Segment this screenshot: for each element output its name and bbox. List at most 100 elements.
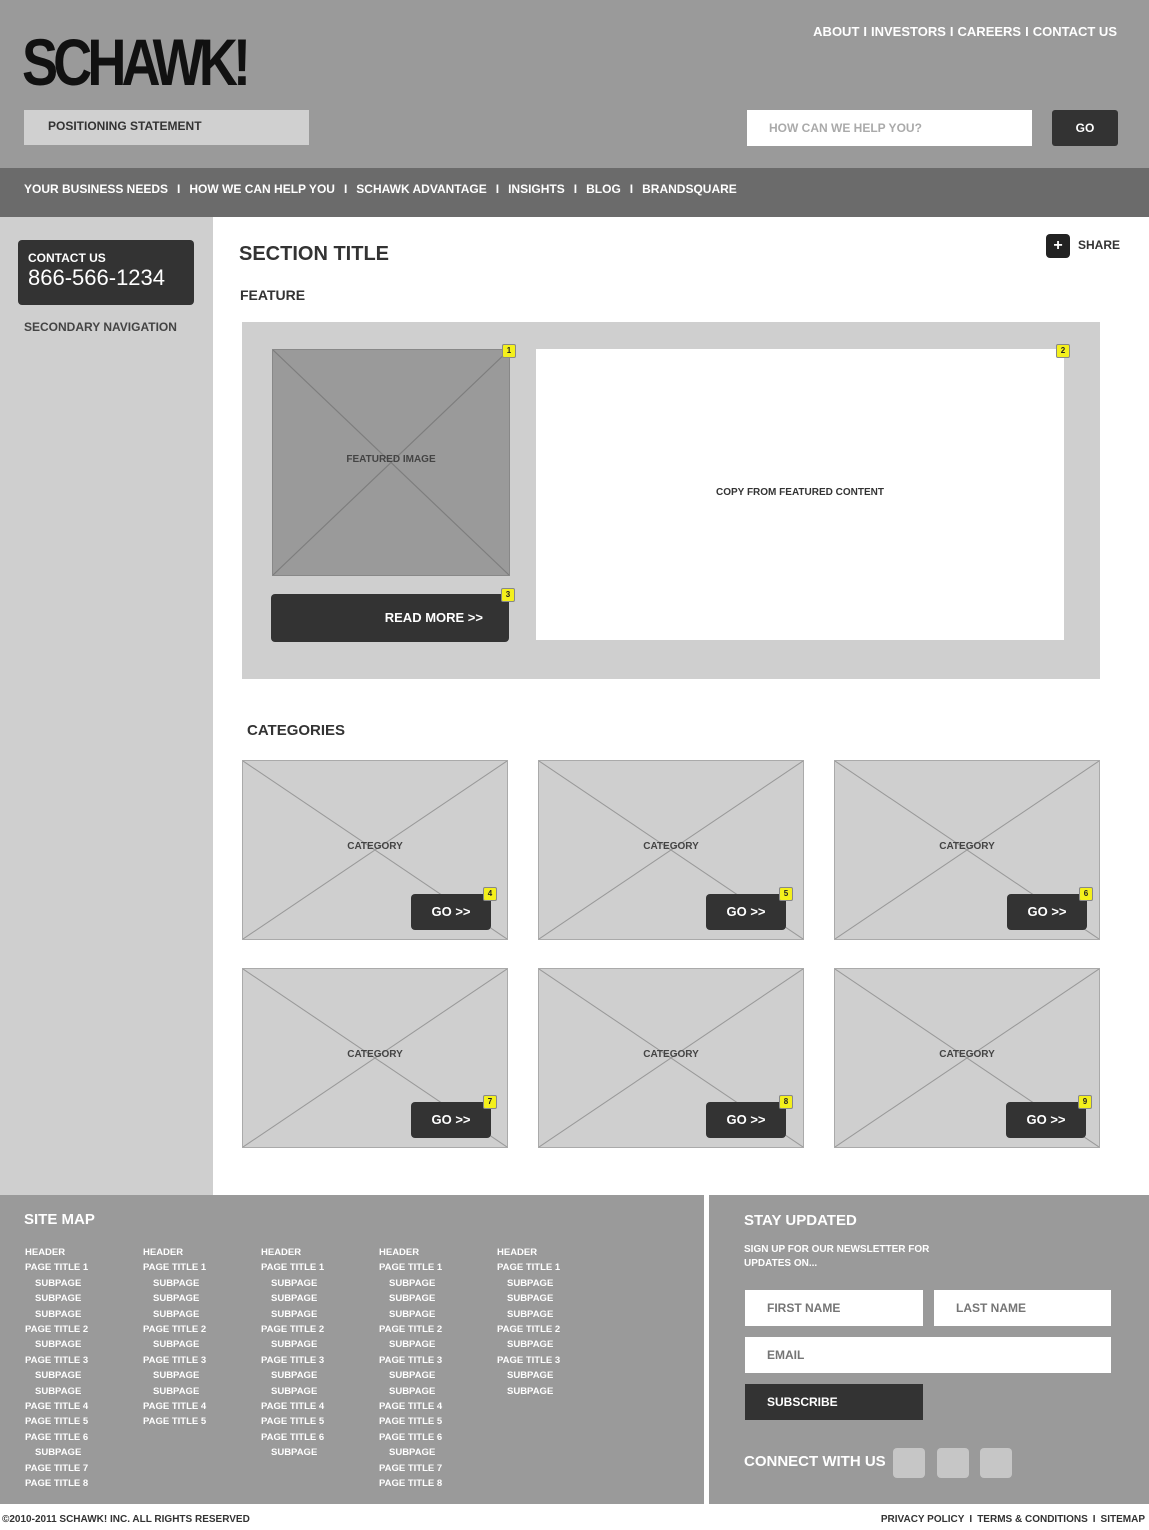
- share-button[interactable]: + SHARE: [1046, 234, 1120, 258]
- link-careers[interactable]: CAREERS: [958, 24, 1022, 39]
- sitemap-subpage-link[interactable]: SUBPAGE: [497, 1291, 560, 1306]
- sitemap-page-link[interactable]: PAGE TITLE 4: [25, 1399, 88, 1414]
- sitemap-page-link[interactable]: PAGE TITLE 5: [379, 1414, 442, 1429]
- sitemap-page-link[interactable]: PAGE TITLE 3: [261, 1353, 324, 1368]
- sitemap-page-link[interactable]: PAGE TITLE 2: [497, 1322, 560, 1337]
- sitemap-page-link[interactable]: PAGE TITLE 5: [261, 1414, 324, 1429]
- secondary-navigation[interactable]: SECONDARY NAVIGATION: [24, 320, 177, 334]
- sitemap-page-link[interactable]: PAGE TITLE 8: [379, 1476, 442, 1491]
- sitemap-page-link[interactable]: PAGE TITLE 2: [143, 1322, 206, 1337]
- sitemap-subpage-link[interactable]: SUBPAGE: [143, 1276, 206, 1291]
- subscribe-button[interactable]: SUBSCRIBE: [745, 1384, 923, 1420]
- sitemap-page-link[interactable]: PAGE TITLE 3: [25, 1353, 88, 1368]
- sitemap-subpage-link[interactable]: SUBPAGE: [25, 1384, 88, 1399]
- featured-image[interactable]: FEATURED IMAGE: [272, 349, 510, 576]
- sitemap-page-link[interactable]: PAGE TITLE 7: [379, 1461, 442, 1476]
- sitemap-page-link[interactable]: PAGE TITLE 6: [261, 1430, 324, 1445]
- sitemap-subpage-link[interactable]: SUBPAGE: [379, 1276, 442, 1291]
- nav-item-brandsquare[interactable]: BRANDSQUARE: [642, 182, 737, 196]
- link-privacy-policy[interactable]: PRIVACY POLICY: [881, 1514, 965, 1525]
- sitemap-page-link[interactable]: PAGE TITLE 2: [261, 1322, 324, 1337]
- sitemap-subpage-link[interactable]: SUBPAGE: [25, 1337, 88, 1352]
- sitemap-subpage-link[interactable]: SUBPAGE: [261, 1337, 324, 1352]
- sitemap-subpage-link[interactable]: SUBPAGE: [261, 1445, 324, 1460]
- sitemap-page-link[interactable]: PAGE TITLE 1: [143, 1260, 206, 1275]
- sitemap-page-link[interactable]: PAGE TITLE 5: [143, 1414, 206, 1429]
- sitemap-page-link[interactable]: PAGE TITLE 2: [25, 1322, 88, 1337]
- link-contact-us[interactable]: CONTACT US: [1033, 24, 1117, 39]
- read-more-button[interactable]: READ MORE >>: [271, 594, 509, 642]
- sitemap-page-link[interactable]: PAGE TITLE 2: [379, 1322, 442, 1337]
- link-sitemap[interactable]: SITEMAP: [1101, 1514, 1145, 1525]
- sitemap-page-link[interactable]: PAGE TITLE 1: [497, 1260, 560, 1275]
- sitemap-subpage-link[interactable]: SUBPAGE: [379, 1291, 442, 1306]
- sitemap-subpage-link[interactable]: SUBPAGE: [497, 1337, 560, 1352]
- sitemap-subpage-link[interactable]: SUBPAGE: [379, 1384, 442, 1399]
- category-go-button[interactable]: GO >>: [411, 1102, 491, 1138]
- nav-item-how-we-help[interactable]: HOW WE CAN HELP YOU: [189, 182, 335, 196]
- nav-item-insights[interactable]: INSIGHTS: [508, 182, 565, 196]
- sitemap-page-link[interactable]: PAGE TITLE 3: [143, 1353, 206, 1368]
- sitemap-page-link[interactable]: PAGE TITLE 3: [379, 1353, 442, 1368]
- sitemap-subpage-link[interactable]: SUBPAGE: [143, 1337, 206, 1352]
- link-terms-conditions[interactable]: TERMS & CONDITIONS: [977, 1514, 1088, 1525]
- sitemap-subpage-link[interactable]: SUBPAGE: [261, 1291, 324, 1306]
- sitemap-page-link[interactable]: PAGE TITLE 1: [261, 1260, 324, 1275]
- sitemap-page-link[interactable]: PAGE TITLE 5: [25, 1414, 88, 1429]
- sitemap-subpage-link[interactable]: SUBPAGE: [379, 1368, 442, 1383]
- sitemap-page-link[interactable]: PAGE TITLE 8: [25, 1476, 88, 1491]
- sitemap-subpage-link[interactable]: SUBPAGE: [25, 1291, 88, 1306]
- sitemap-subpage-link[interactable]: SUBPAGE: [379, 1445, 442, 1460]
- sitemap-subpage-link[interactable]: SUBPAGE: [143, 1384, 206, 1399]
- social-icon[interactable]: [893, 1448, 925, 1478]
- sitemap-subpage-link[interactable]: SUBPAGE: [261, 1307, 324, 1322]
- sitemap-subpage-link[interactable]: SUBPAGE: [497, 1384, 560, 1399]
- contact-phone: 866-566-1234: [28, 265, 166, 290]
- annotation-badge: 7: [483, 1095, 497, 1109]
- sitemap-page-link[interactable]: PAGE TITLE 4: [261, 1399, 324, 1414]
- sitemap-subpage-link[interactable]: SUBPAGE: [25, 1368, 88, 1383]
- category-go-button[interactable]: GO >>: [1006, 1102, 1086, 1138]
- nav-item-blog[interactable]: BLOG: [586, 182, 621, 196]
- sitemap-subpage-link[interactable]: SUBPAGE: [25, 1307, 88, 1322]
- link-about[interactable]: ABOUT: [813, 24, 859, 39]
- sitemap-page-link[interactable]: PAGE TITLE 1: [379, 1260, 442, 1275]
- sitemap-subpage-link[interactable]: SUBPAGE: [143, 1291, 206, 1306]
- sitemap-page-link[interactable]: PAGE TITLE 7: [25, 1461, 88, 1476]
- category-go-button[interactable]: GO >>: [1007, 894, 1087, 930]
- sitemap-subpage-link[interactable]: SUBPAGE: [25, 1445, 88, 1460]
- contact-box[interactable]: CONTACT US 866-566-1234: [18, 240, 194, 305]
- sitemap-page-link[interactable]: PAGE TITLE 6: [25, 1430, 88, 1445]
- sitemap-subpage-link[interactable]: SUBPAGE: [497, 1307, 560, 1322]
- sitemap-page-link[interactable]: PAGE TITLE 4: [379, 1399, 442, 1414]
- social-icon[interactable]: [937, 1448, 969, 1478]
- sitemap-column: HEADER PAGE TITLE 1 SUBPAGE SUBPAGE SUBPAGE P…: [379, 1245, 442, 1492]
- category-go-button[interactable]: GO >>: [411, 894, 491, 930]
- category-go-button[interactable]: GO >>: [706, 894, 786, 930]
- sitemap-page-link[interactable]: PAGE TITLE 3: [497, 1353, 560, 1368]
- sitemap-page-link[interactable]: PAGE TITLE 4: [143, 1399, 206, 1414]
- last-name-field[interactable]: [934, 1290, 1111, 1326]
- category-go-button[interactable]: GO >>: [706, 1102, 786, 1138]
- sitemap-page-link[interactable]: PAGE TITLE 6: [379, 1430, 442, 1445]
- first-name-field[interactable]: [745, 1290, 923, 1326]
- logo[interactable]: SCHAWK!: [22, 22, 251, 102]
- sitemap-subpage-link[interactable]: SUBPAGE: [379, 1337, 442, 1352]
- search-go-button[interactable]: GO: [1052, 110, 1118, 146]
- sitemap-subpage-link[interactable]: SUBPAGE: [497, 1368, 560, 1383]
- sitemap-subpage-link[interactable]: SUBPAGE: [379, 1307, 442, 1322]
- sitemap-subpage-link[interactable]: SUBPAGE: [261, 1368, 324, 1383]
- social-icon[interactable]: [980, 1448, 1012, 1478]
- sitemap-subpage-link[interactable]: SUBPAGE: [143, 1368, 206, 1383]
- sitemap-page-link[interactable]: PAGE TITLE 1: [25, 1260, 88, 1275]
- nav-item-business-needs[interactable]: YOUR BUSINESS NEEDS: [24, 182, 168, 196]
- nav-item-schawk-advantage[interactable]: SCHAWK ADVANTAGE: [356, 182, 486, 196]
- link-investors[interactable]: INVESTORS: [871, 24, 946, 39]
- email-field[interactable]: [745, 1337, 1111, 1373]
- sitemap-subpage-link[interactable]: SUBPAGE: [261, 1384, 324, 1399]
- sitemap-subpage-link[interactable]: SUBPAGE: [497, 1276, 560, 1291]
- sitemap-subpage-link[interactable]: SUBPAGE: [25, 1276, 88, 1291]
- sitemap-subpage-link[interactable]: SUBPAGE: [143, 1307, 206, 1322]
- sitemap-subpage-link[interactable]: SUBPAGE: [261, 1276, 324, 1291]
- search-input[interactable]: [747, 110, 1032, 146]
